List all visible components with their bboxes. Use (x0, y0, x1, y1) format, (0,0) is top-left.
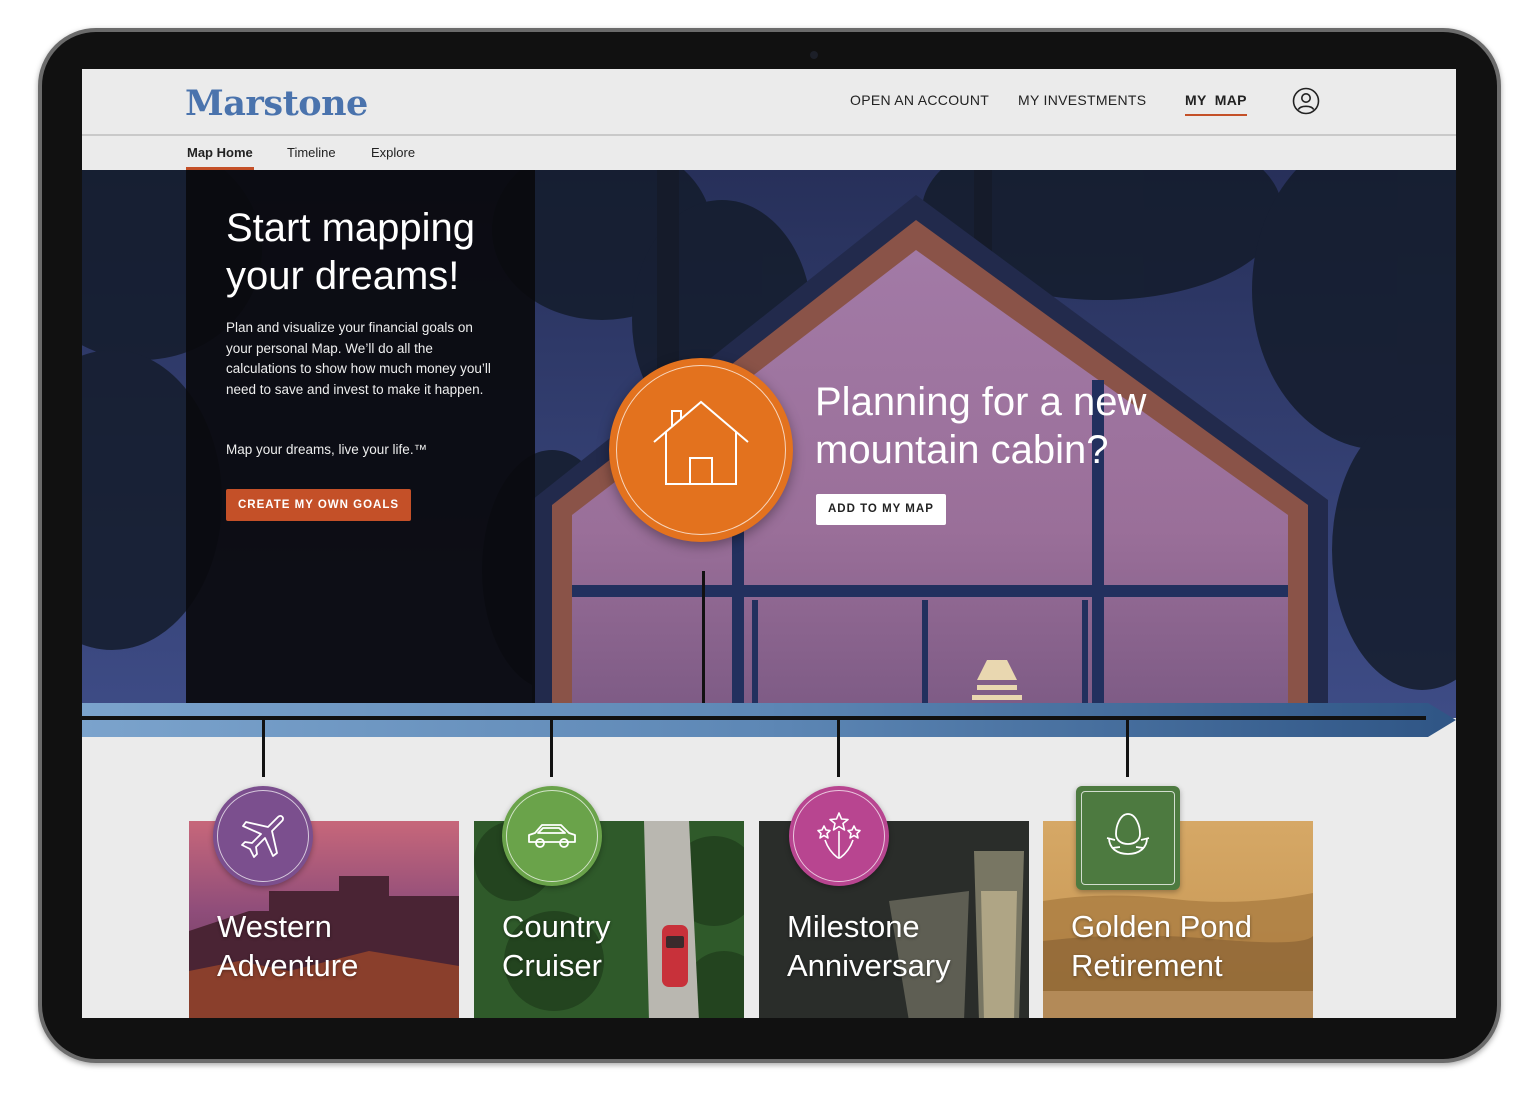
card-connector (262, 720, 265, 777)
milestone-anniversary-badge[interactable] (789, 786, 889, 886)
top-header: Marstone OPEN AN ACCOUNT MY INVESTMENTS … (82, 69, 1456, 136)
card-title-line2: Adventure (217, 948, 359, 983)
app-screen: Marstone OPEN AN ACCOUNT MY INVESTMENTS … (82, 69, 1456, 1018)
card-connector (550, 720, 553, 777)
create-my-own-goals-button[interactable]: CREATE MY OWN GOALS (226, 489, 412, 521)
intro-heading: Start mapping your dreams! (226, 206, 476, 298)
featured-goal-connector (702, 571, 705, 716)
card-title-line2: Retirement (1071, 948, 1223, 983)
intro-tagline: Map your dreams, live your life.™ (226, 442, 428, 457)
user-circle-icon (1292, 87, 1320, 115)
nav-active-underline (1185, 114, 1247, 116)
card-title: Golden Pond Retirement (1071, 907, 1252, 985)
add-to-my-map-button[interactable]: ADD TO MY MAP (816, 494, 946, 525)
airplane-icon (241, 815, 284, 858)
account-button[interactable] (1292, 87, 1320, 115)
intro-panel: Start mapping your dreams! Plan and visu… (186, 170, 535, 718)
card-title: Country Cruiser (502, 907, 611, 985)
sub-navigation: Map Home Timeline Explore (82, 136, 1456, 170)
card-title-line1: Milestone (787, 909, 920, 944)
country-cruiser-badge[interactable] (502, 786, 602, 886)
card-connector (1126, 720, 1129, 777)
house-icon (653, 400, 749, 485)
golden-pond-retirement-badge[interactable] (1076, 786, 1180, 890)
card-title-line1: Golden Pond (1071, 909, 1252, 944)
card-title-line1: Country (502, 909, 611, 944)
nav-open-account[interactable]: OPEN AN ACCOUNT (850, 92, 989, 108)
hero-banner: Start mapping your dreams! Plan and visu… (82, 170, 1456, 718)
nav-my-map-label: MY MAP (1185, 92, 1247, 108)
western-adventure-badge[interactable] (213, 786, 313, 886)
card-title: Western Adventure (217, 907, 358, 985)
brand-logo[interactable]: Marstone (185, 83, 368, 124)
car-icon (528, 824, 576, 848)
timeline-arrow (82, 703, 1456, 737)
tab-timeline[interactable]: Timeline (287, 145, 336, 160)
tab-map-home[interactable]: Map Home (186, 145, 254, 170)
featured-goal-heading: Planning for a new mountain cabin? (815, 380, 1147, 472)
card-title-line2: Cruiser (502, 948, 602, 983)
featured-goal-badge[interactable] (609, 358, 793, 542)
nest-egg-icon (1106, 813, 1150, 855)
nav-my-investments[interactable]: MY INVESTMENTS (1018, 92, 1146, 108)
camera-dot (810, 51, 818, 59)
fireworks-icon (817, 812, 861, 859)
card-title-line1: Western (217, 909, 332, 944)
card-title: Milestone Anniversary (787, 907, 951, 985)
nav-my-map[interactable]: MY MAP (1185, 92, 1247, 116)
card-connector (837, 720, 840, 777)
tab-explore[interactable]: Explore (371, 145, 415, 160)
card-title-line2: Anniversary (787, 948, 951, 983)
intro-description: Plan and visualize your financial goals … (226, 320, 491, 397)
tab-map-home-label: Map Home (187, 145, 253, 160)
